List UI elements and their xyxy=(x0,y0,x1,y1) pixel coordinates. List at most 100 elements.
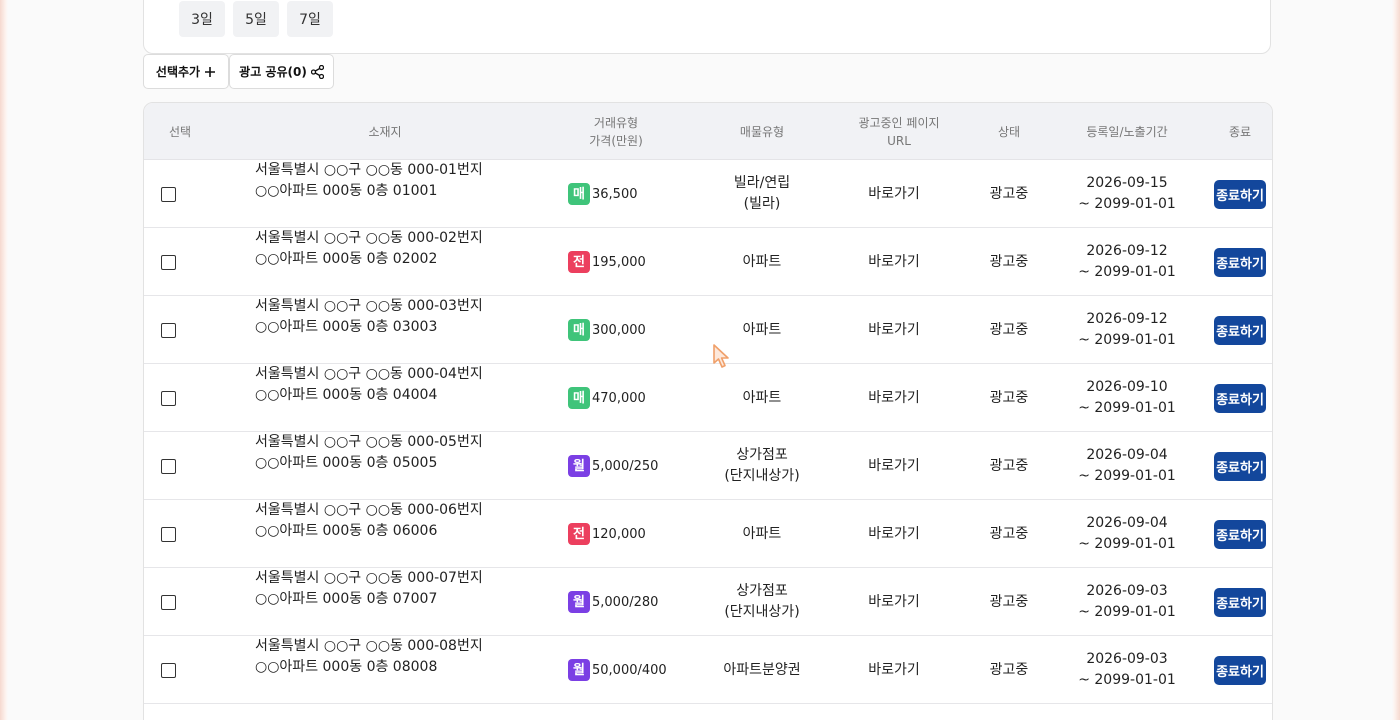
expose-period: ~ 2099-01-01 xyxy=(1078,196,1176,212)
deal-price-cell: 전 195,000 xyxy=(568,228,708,296)
address-line2: ○○아파트 000동 0층 03003 xyxy=(255,319,438,335)
end-ad-button[interactable]: 종료하기 xyxy=(1214,247,1266,277)
register-date: 2026-09-04 xyxy=(1086,447,1168,463)
end-cell: 종료하기 xyxy=(1212,568,1268,636)
row-select-cell xyxy=(159,160,177,228)
end-cell: 종료하기 xyxy=(1212,432,1268,500)
address-line1: 서울특별시 ○○구 ○○동 000-02번지 xyxy=(255,230,483,246)
period-3days-button[interactable]: 3일 xyxy=(179,1,225,37)
deal-price-cell: 월 5,000/280 xyxy=(568,568,708,636)
property-type-line1: 상가점포 xyxy=(736,447,788,463)
end-ad-button[interactable]: 종료하기 xyxy=(1214,655,1266,685)
row-select-cell xyxy=(159,568,177,636)
header-deal-type: 거래유형 가격(만원) xyxy=(589,115,643,148)
property-type-cell: 아파트분양권 xyxy=(692,636,832,704)
end-ad-button[interactable]: 종료하기 xyxy=(1214,179,1266,209)
status-text: 광고중 xyxy=(989,253,1029,270)
ad-page-link[interactable]: 바로가기 xyxy=(824,364,964,432)
row-checkbox[interactable] xyxy=(160,322,176,338)
property-type-line2: (빌라) xyxy=(743,196,781,212)
register-date: 2026-09-10 xyxy=(1086,379,1168,395)
ad-page-link[interactable]: 바로가기 xyxy=(824,228,964,296)
property-type-cell: 아파트 xyxy=(692,364,832,432)
date-cell: 2026-09-03 ~ 2099-01-01 xyxy=(1057,636,1197,704)
property-type-line1: 아파트 xyxy=(742,321,782,338)
address-cell: 서울특별시 ○○구 ○○동 000-02번지 ○○아파트 000동 0층 020… xyxy=(255,228,555,296)
table-row: 서울특별시 ○○구 ○○동 000-04번지 ○○아파트 000동 0층 040… xyxy=(144,364,1272,432)
deal-type-badge: 전 xyxy=(568,251,590,273)
row-checkbox[interactable] xyxy=(160,390,176,406)
row-checkbox[interactable] xyxy=(160,458,176,474)
ad-page-link[interactable]: 바로가기 xyxy=(824,500,964,568)
plus-icon xyxy=(204,66,216,78)
period-7days-button[interactable]: 7일 xyxy=(287,1,333,37)
table-row: 서울특별시 ○○구 ○○동 000-03번지 ○○아파트 000동 0층 030… xyxy=(144,296,1272,364)
row-select-cell xyxy=(159,432,177,500)
ad-page-link[interactable]: 바로가기 xyxy=(824,636,964,704)
address-line2: ○○아파트 000동 0층 05005 xyxy=(255,455,438,471)
expose-period: ~ 2099-01-01 xyxy=(1078,400,1176,416)
end-cell: 종료하기 xyxy=(1212,296,1268,364)
date-cell: 2026-09-03 ~ 2099-01-01 xyxy=(1057,568,1197,636)
address-cell: 서울특별시 ○○구 ○○동 000-08번지 ○○아파트 000동 0층 080… xyxy=(255,636,555,704)
ad-page-link[interactable]: 바로가기 xyxy=(824,160,964,228)
register-date: 2026-09-12 xyxy=(1086,243,1168,259)
end-ad-button[interactable]: 종료하기 xyxy=(1214,383,1266,413)
date-cell: 2026-09-12 ~ 2099-01-01 xyxy=(1057,296,1197,364)
price-value: 50,000/400 xyxy=(592,662,667,678)
share-ads-button[interactable]: 광고 공유(0) xyxy=(229,54,334,89)
property-type-line2: (단지내상가) xyxy=(724,604,800,620)
property-type-line1: 빌라/연립 xyxy=(733,175,791,191)
date-cell: 2026-09-04 ~ 2099-01-01 xyxy=(1057,432,1197,500)
end-ad-button[interactable]: 종료하기 xyxy=(1214,315,1266,345)
row-checkbox[interactable] xyxy=(160,526,176,542)
row-checkbox[interactable] xyxy=(160,662,176,678)
ad-page-link[interactable]: 바로가기 xyxy=(824,296,964,364)
ad-page-link[interactable]: 바로가기 xyxy=(824,432,964,500)
period-5days-button[interactable]: 5일 xyxy=(233,1,279,37)
row-checkbox[interactable] xyxy=(160,254,176,270)
header-ad-page-url: 광고중인 페이지 URL xyxy=(858,115,940,148)
header-select: 선택 xyxy=(168,124,192,139)
register-date: 2026-09-04 xyxy=(1086,515,1168,531)
property-type-cell: 상가점포 (단지내상가) xyxy=(692,568,832,636)
deal-price-cell: 매 470,000 xyxy=(568,364,708,432)
table-row: 서울특별시 ○○구 ○○동 000-07번지 ○○아파트 000동 0층 070… xyxy=(144,568,1272,636)
row-checkbox[interactable] xyxy=(160,186,176,202)
address-cell: 서울특별시 ○○구 ○○동 000-01번지 ○○아파트 000동 0층 010… xyxy=(255,160,555,228)
add-selected-button[interactable]: 선택추가 xyxy=(143,54,229,89)
end-ad-button[interactable]: 종료하기 xyxy=(1214,519,1266,549)
price-value: 120,000 xyxy=(592,526,646,542)
address-cell: 서울특별시 ○○구 ○○동 000-05번지 ○○아파트 000동 0층 050… xyxy=(255,432,555,500)
date-cell: 2026-09-04 ~ 2099-01-01 xyxy=(1057,500,1197,568)
end-cell: 종료하기 xyxy=(1212,500,1268,568)
register-date: 2026-09-03 xyxy=(1086,583,1168,599)
address-line1: 서울특별시 ○○구 ○○동 000-04번지 xyxy=(255,366,483,382)
status-text: 광고중 xyxy=(989,321,1029,338)
price-value: 5,000/250 xyxy=(592,458,659,474)
row-checkbox[interactable] xyxy=(160,594,176,610)
end-cell: 종료하기 xyxy=(1212,636,1268,704)
end-ad-button[interactable]: 종료하기 xyxy=(1214,587,1266,617)
status-text: 광고중 xyxy=(989,525,1029,542)
status-text: 광고중 xyxy=(989,593,1029,610)
right-edge-shadow xyxy=(1392,0,1400,720)
table-row: 서울특별시 ○○구 ○○동 000-02번지 ○○아파트 000동 0층 020… xyxy=(144,228,1272,296)
status-text: 광고중 xyxy=(989,185,1029,202)
address-line1: 서울특별시 ○○구 ○○동 000-08번지 xyxy=(255,638,483,654)
property-type-cell: 상가점포 (단지내상가) xyxy=(692,432,832,500)
deal-type-badge: 전 xyxy=(568,523,590,545)
deal-type-badge: 월 xyxy=(568,659,590,681)
property-type-line1: 아파트 xyxy=(742,389,782,406)
address-line2: ○○아파트 000동 0층 01001 xyxy=(255,183,438,199)
row-select-cell xyxy=(159,500,177,568)
property-type-cell: 아파트 xyxy=(692,228,832,296)
ad-page-link[interactable]: 바로가기 xyxy=(824,568,964,636)
expose-period: ~ 2099-01-01 xyxy=(1078,604,1176,620)
address-cell: 서울특별시 ○○구 ○○동 000-06번지 ○○아파트 000동 0층 060… xyxy=(255,500,555,568)
deal-type-badge: 매 xyxy=(568,319,590,341)
header-status: 상태 xyxy=(997,124,1021,139)
end-ad-button[interactable]: 종료하기 xyxy=(1214,451,1266,481)
add-selected-label: 선택추가 xyxy=(155,65,201,79)
end-cell: 종료하기 xyxy=(1212,228,1268,296)
